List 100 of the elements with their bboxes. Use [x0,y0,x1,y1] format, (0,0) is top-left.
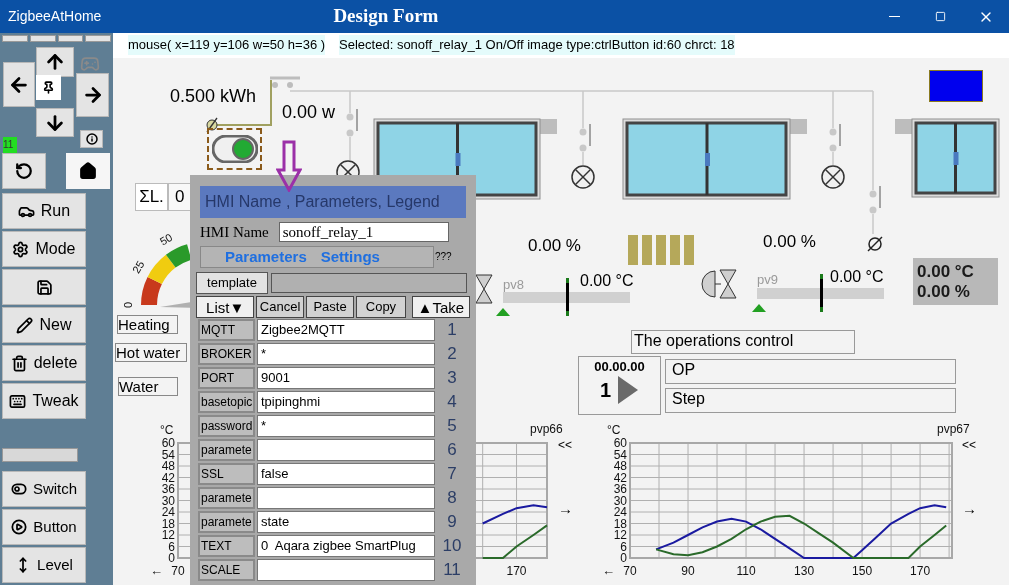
dialog-button[interactable]: ▲Take [411,296,470,318]
info-button[interactable] [80,130,103,148]
scroll-next-button[interactable]: → [558,498,573,521]
move-up-button[interactable] [36,47,74,77]
tool-button[interactable]: Button [2,509,86,545]
dialog-button[interactable]: Paste [305,296,355,318]
chart-title: pvp67 [937,422,970,436]
percent-reading: 0.00 % [763,231,816,253]
parameter-field[interactable]: Zigbee2MQTT [257,319,435,341]
axis-tick-label: 90 [681,564,695,578]
step-field: Step [665,388,956,413]
axis-tick-label: 70 [623,564,637,578]
sidebar-button[interactable]: Run [2,193,86,229]
keyboard-icon [9,392,27,410]
parameter-field[interactable]: state [257,511,435,533]
undo-icon [15,162,33,180]
sidebar-button[interactable]: Tweak [2,383,86,419]
parameter-label: MQTT [198,319,255,341]
parameter-field[interactable]: * [257,343,435,365]
parameter-field[interactable] [257,439,435,461]
power-reading: 0.00 w [282,101,336,124]
scroll-back-button[interactable]: << [558,436,572,454]
axis-tick-label: 70 [171,564,185,578]
axis-tick-label: 6 [620,539,627,554]
sidebar-button[interactable]: delete [2,345,86,381]
app-name: ZigbeeAtHome [8,7,102,26]
row-number: 11 [442,559,462,582]
palette-slot[interactable] [57,35,84,42]
axis-tick-label: 170 [910,564,931,578]
temperature-reading: 0.00 °C [830,267,884,287]
trash-icon [10,354,28,372]
axis-tick-label: 12 [613,528,627,542]
tool-button[interactable]: Switch [2,471,86,507]
mouse-status: mouse( x=119 y=106 w=50 h=36 ) [128,35,326,55]
palette-slot[interactable] [29,35,56,42]
row-number: 5 [446,415,458,438]
parameter-label: TEXT [198,535,255,557]
row-number: 7 [446,463,458,486]
move-left-button[interactable] [3,62,35,107]
gauge-tick-label: 50 [157,230,175,248]
step-number: 1 [599,378,612,403]
dialog-button[interactable]: List▼ [196,296,255,318]
row-number: 1 [446,319,458,342]
parameter-label: paramete [198,487,255,509]
zone-label: Heating [117,315,178,334]
temperature-reading: 0.00 °C [580,271,634,291]
sidebar-button[interactable]: Mode [2,231,86,267]
sidebar-button[interactable]: New [2,307,86,343]
undo-button[interactable] [2,153,46,189]
chart-title: pvp66 [530,422,563,436]
sliding-window-icon [895,118,1000,198]
help-text: ??? [435,250,452,264]
parameter-field[interactable]: tpipinghmi [257,391,435,413]
move-right-button[interactable] [76,73,109,117]
operations-title: The operations control [631,330,855,354]
back-arrow[interactable]: ← [150,563,163,578]
slider-thumb[interactable] [819,274,823,312]
parameter-field[interactable]: * [257,415,435,437]
scroll-back-button[interactable]: << [962,436,976,454]
scroll-next-button[interactable]: → [962,498,977,521]
play-icon[interactable] [617,375,640,405]
percent-reading: 0.00 % [528,235,581,257]
axis-label: °C [160,423,174,437]
axis-tick-label: 110 [736,564,756,578]
dialog-title: HMI Name , Parameters, Legend [200,186,466,218]
parameter-label: PORT [198,367,255,389]
row-number: 4 [446,391,458,414]
parameter-field[interactable]: 9001 [257,367,435,389]
home-button[interactable] [66,153,110,189]
triangle-marker-icon [496,308,510,316]
axis-tick-label: 18 [161,516,175,531]
slider-label: pv9 [757,271,778,289]
play-circle-icon [11,519,28,535]
dialog-button[interactable]: Cancel [256,296,304,318]
parameter-field[interactable] [257,559,435,581]
template-button[interactable]: template [196,272,268,294]
name-field[interactable]: sonoff_relay_1 [278,222,449,242]
slider-thumb[interactable] [565,278,569,316]
save-button[interactable] [2,269,86,305]
template-field[interactable] [271,273,467,293]
tool-button[interactable]: Level [2,547,86,583]
parameter-field[interactable] [257,487,435,509]
timer-value: 00.00.00 [594,359,645,375]
parameter-field[interactable]: false [257,463,435,485]
gauge-tick-label: 25 [129,258,147,276]
lamp-icon [821,165,845,189]
row-number: 10 [441,535,463,558]
parameter-label: basetopic [198,391,255,413]
window-title: Design Form [333,4,439,29]
parameter-field[interactable]: 0 Aqara zigbee SmartPlug [257,535,435,557]
dialog-button[interactable]: Copy [356,296,406,318]
pin-button[interactable] [36,75,61,100]
selection-status: Selected: sonoff_relay_1 On/Off image type:ctrlButton id:60 chrct: 18 [339,35,735,55]
parameter-label: SCALE [198,559,255,581]
axis-tick-label: 42 [161,470,175,485]
axis-tick-label: 6 [168,539,175,554]
back-arrow[interactable]: ← [602,563,615,578]
move-down-button[interactable] [36,108,74,137]
field-label: HMI Name [200,222,269,242]
toggle-switch[interactable] [207,128,262,170]
